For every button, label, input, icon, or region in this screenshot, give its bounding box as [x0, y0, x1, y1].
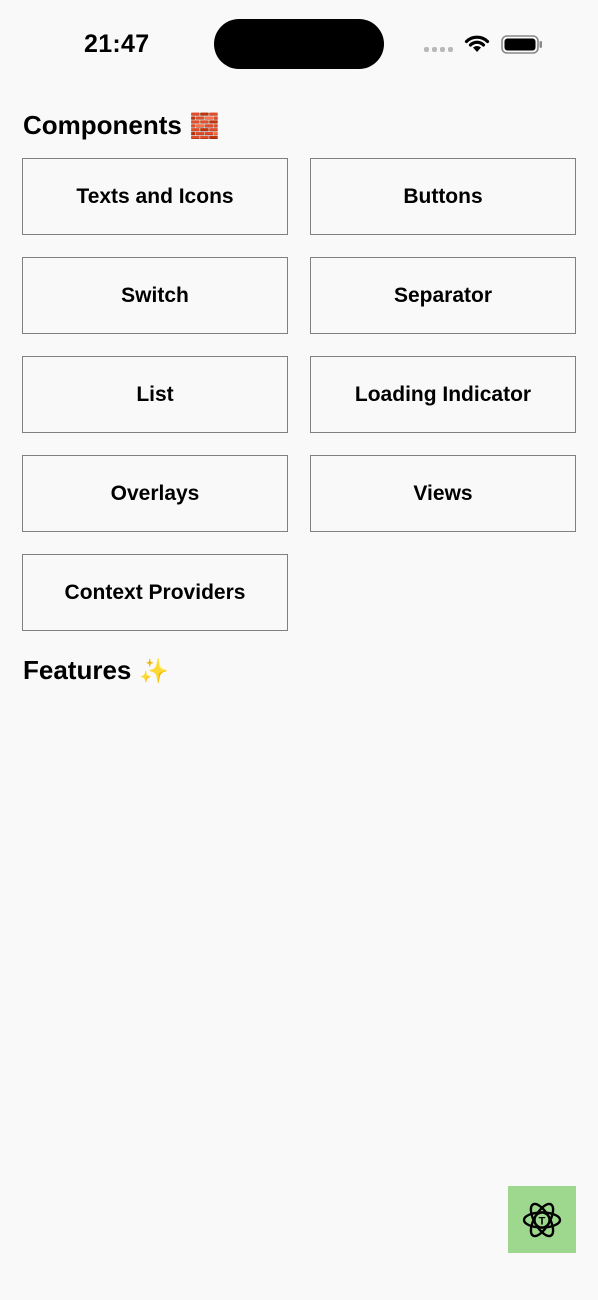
texts-and-icons-button[interactable]: Texts and Icons: [22, 158, 288, 235]
wifi-icon: [464, 35, 490, 52]
status-time: 21:47: [84, 30, 150, 58]
dev-tools-button[interactable]: T: [508, 1186, 576, 1253]
context-providers-button[interactable]: Context Providers: [22, 554, 288, 631]
switch-button[interactable]: Switch: [22, 257, 288, 334]
overlays-button[interactable]: Overlays: [22, 455, 288, 532]
features-heading: Features ✨: [23, 655, 169, 686]
app-screen: 21:47 Components 🧱 Texts and Icons Butto…: [0, 0, 598, 1300]
components-heading: Components 🧱: [23, 110, 220, 141]
cellular-signal-icon: [424, 47, 453, 52]
list-button[interactable]: List: [22, 356, 288, 433]
separator-button[interactable]: Separator: [310, 257, 576, 334]
loading-indicator-button[interactable]: Loading Indicator: [310, 356, 576, 433]
svg-text:T: T: [539, 1215, 546, 1227]
atom-icon: T: [522, 1202, 562, 1237]
dynamic-island: [214, 19, 384, 69]
battery-icon: [501, 35, 542, 54]
features-title: Features: [23, 655, 132, 685]
buttons-button[interactable]: Buttons: [310, 158, 576, 235]
bricks-icon: 🧱: [189, 111, 220, 140]
components-grid: Texts and Icons Buttons Switch Separator…: [22, 158, 576, 631]
sparkles-icon: ✨: [139, 656, 170, 685]
views-button[interactable]: Views: [310, 455, 576, 532]
components-title: Components: [23, 110, 182, 140]
